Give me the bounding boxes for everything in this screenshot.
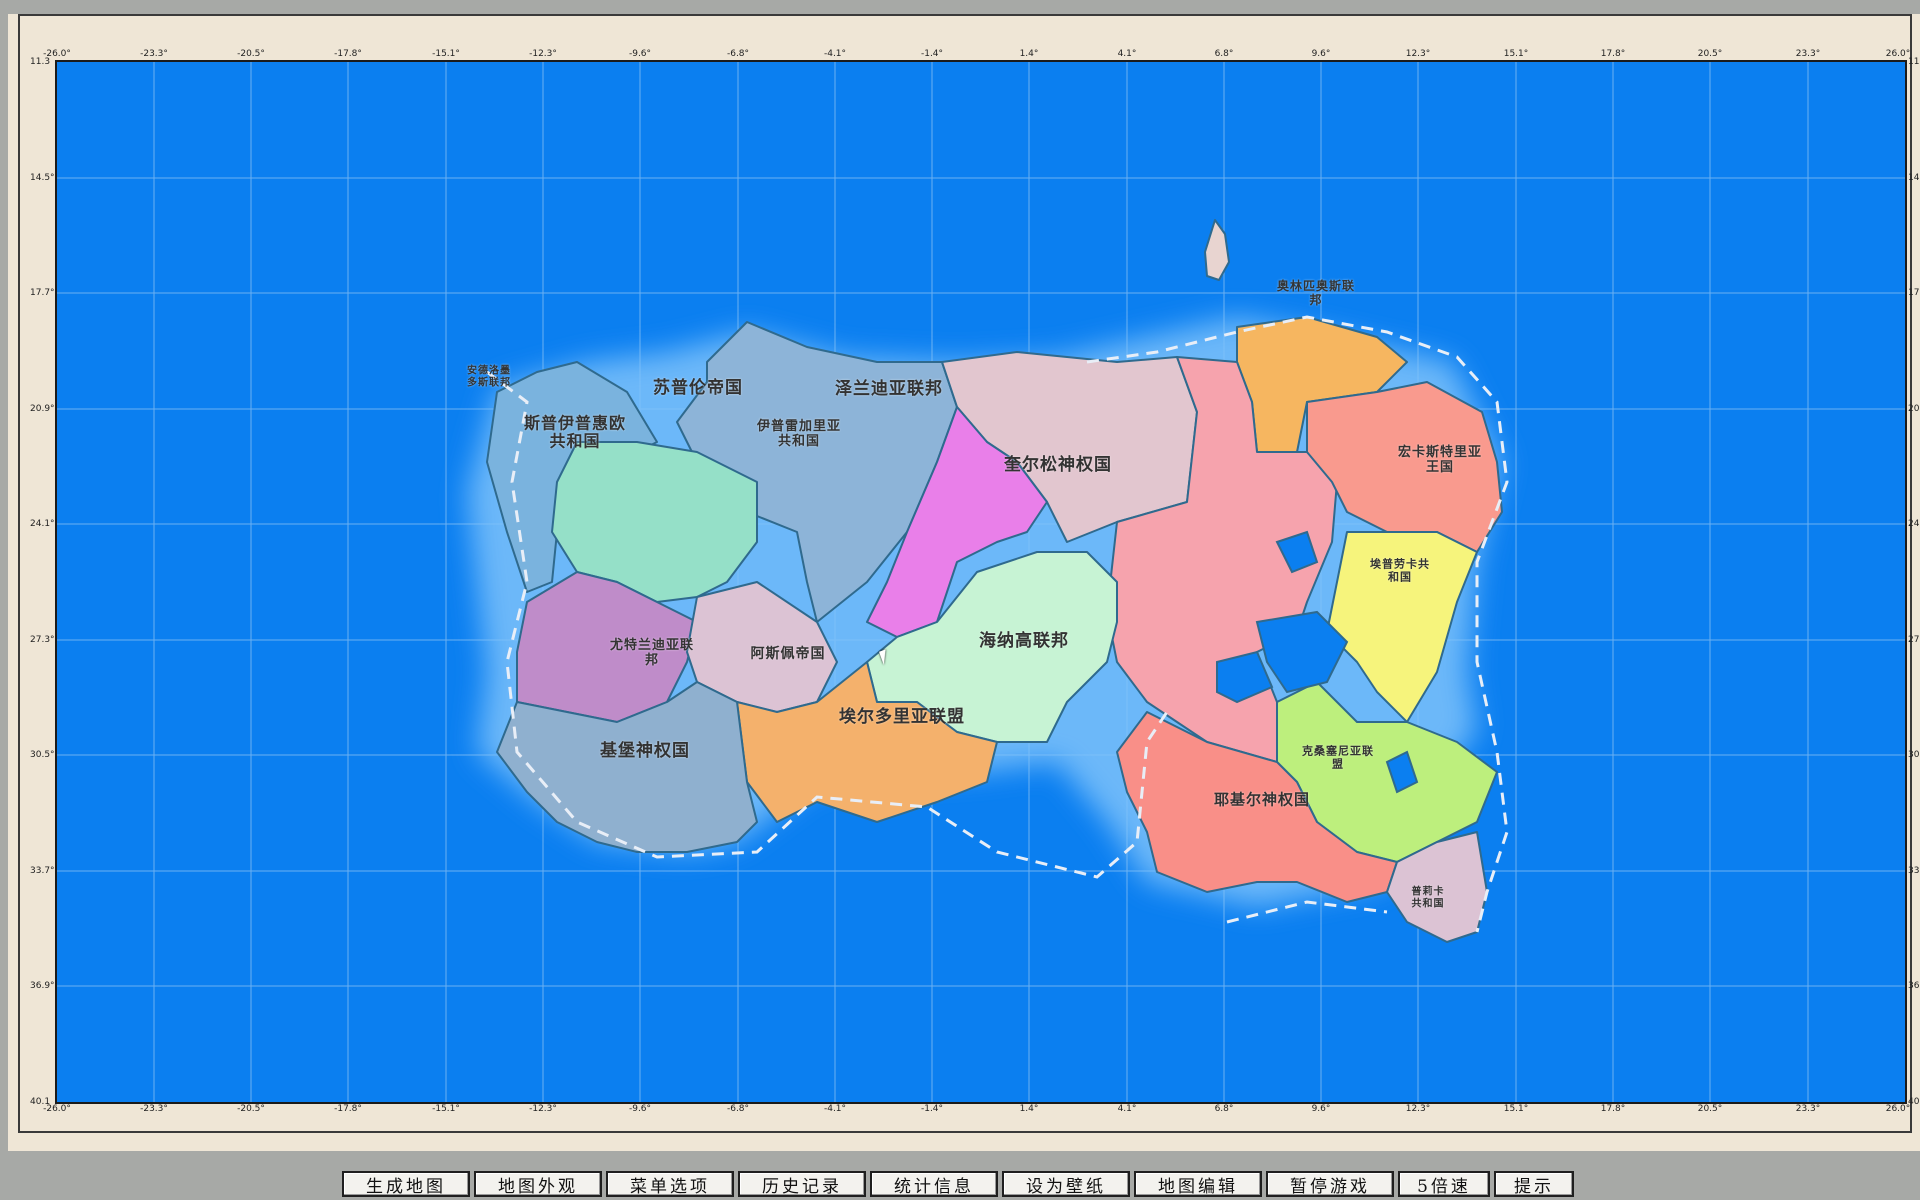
lon-label-top: 1.4° (1019, 49, 1039, 59)
lon-label-top: -12.3° (529, 49, 557, 59)
statistics-button[interactable]: 统计信息 (870, 1171, 998, 1197)
set-wallpaper-button[interactable]: 设为壁纸 (1002, 1171, 1130, 1197)
lon-label-bottom: 15.1° (1503, 1104, 1529, 1114)
lon-label-top: 23.3° (1795, 49, 1821, 59)
country-label-hainagao: 海纳高联邦 (979, 631, 1069, 652)
pause-game-button[interactable]: 暂停游戏 (1266, 1171, 1394, 1197)
lat-label-left: 36.9° (30, 981, 55, 991)
country-label-hongkastria: 宏卡斯特里亚 王国 (1397, 445, 1483, 475)
country-label-utlandia: 尤特兰迪亚联 邦 (609, 638, 695, 668)
lat-label-right: 27. (1908, 635, 1920, 645)
lon-label-top: -1.4° (920, 49, 944, 59)
country-label-aipulauka: 埃普劳卡共 和国 (1370, 557, 1430, 583)
lon-label-bottom: -15.1° (432, 1104, 460, 1114)
country-label-zelandia: 泽兰迪亚联邦 (835, 379, 943, 400)
lon-label-bottom: 26.0° (1885, 1104, 1911, 1114)
country-label-olympios: 奥林匹奥斯联 邦 (1276, 279, 1356, 307)
map-edit-button[interactable]: 地图编辑 (1134, 1171, 1262, 1197)
lat-label-right: 11. (1908, 57, 1920, 67)
world-map[interactable]: 苏普伦帝国 泽兰迪亚联邦 奥林匹奥斯联 邦 安德洛墨 多斯联邦 斯普伊普惠欧 共… (55, 60, 1907, 1104)
lat-label-left: 24.1° (30, 519, 55, 529)
lon-label-bottom: 20.5° (1697, 1104, 1723, 1114)
lon-label-top: -9.6° (628, 49, 652, 59)
lat-label-left: 14.5° (30, 173, 55, 183)
map-appearance-button[interactable]: 地图外观 (474, 1171, 602, 1197)
lat-label-left: 11.3 (30, 57, 51, 67)
lat-label-right: 24. (1908, 519, 1920, 529)
lat-label-right: 14. (1908, 173, 1920, 183)
bottom-toolbar: 生成地图 地图外观 菜单选项 历史记录 统计信息 设为壁纸 地图编辑 暂停游戏 … (342, 1171, 1574, 1197)
hint-button[interactable]: 提示 (1494, 1171, 1574, 1197)
lon-label-bottom: -20.5° (237, 1104, 265, 1114)
country-label-kesangsenia: 克桑塞尼亚联 盟 (1302, 744, 1374, 770)
lon-label-top: -17.8° (334, 49, 362, 59)
lon-label-top: 15.1° (1503, 49, 1529, 59)
country-label-jibao: 基堡神权国 (600, 741, 690, 762)
lon-label-top: 4.1° (1117, 49, 1137, 59)
lon-label-top: 6.8° (1214, 49, 1234, 59)
lon-label-top: -15.1° (432, 49, 460, 59)
lon-label-bottom: -17.8° (334, 1104, 362, 1114)
lat-label-left: 20.9° (30, 404, 55, 414)
country-label-pulika: 普莉卡 共和国 (1411, 886, 1445, 910)
country-label-ipureigaria: 伊普雷加里亚 共和国 (756, 419, 842, 449)
map-canvas[interactable] (57, 62, 1905, 1102)
history-button[interactable]: 历史记录 (738, 1171, 866, 1197)
lat-label-right: 30. (1908, 750, 1920, 760)
generate-map-button[interactable]: 生成地图 (342, 1171, 470, 1197)
lon-label-bottom: -12.3° (529, 1104, 557, 1114)
lon-label-top: -4.1° (823, 49, 847, 59)
lon-label-top: -6.8° (726, 49, 750, 59)
country-label-yejier: 耶基尔神权国 (1213, 790, 1311, 809)
lon-label-bottom: 12.3° (1405, 1104, 1431, 1114)
lat-label-left: 40.1 (30, 1097, 51, 1107)
lon-label-top: 17.8° (1600, 49, 1626, 59)
lat-label-right: 36. (1908, 981, 1920, 991)
lon-label-top: 12.3° (1405, 49, 1431, 59)
island-north[interactable] (1204, 219, 1230, 281)
lat-label-right: 17. (1908, 288, 1920, 298)
country-label-suplun: 苏普伦帝国 (653, 378, 743, 399)
country-label-spuipui: 斯普伊普惠欧 共和国 (523, 413, 627, 451)
lon-label-bottom: -9.6° (628, 1104, 652, 1114)
lon-label-top: -23.3° (140, 49, 168, 59)
speed-button[interactable]: 5倍速 (1398, 1171, 1490, 1197)
lat-label-left: 27.3° (30, 635, 55, 645)
lat-label-left: 17.7° (30, 288, 55, 298)
lon-label-bottom: 4.1° (1117, 1104, 1137, 1114)
country-label-aspei: 阿斯佩帝国 (750, 645, 826, 662)
lon-label-bottom: 1.4° (1019, 1104, 1039, 1114)
lat-label-right: 20. (1908, 404, 1920, 414)
lon-label-bottom: -1.4° (920, 1104, 944, 1114)
lon-label-top: 9.6° (1311, 49, 1331, 59)
lon-label-top: -20.5° (237, 49, 265, 59)
country-label-andromedos: 安德洛墨 多斯联邦 (467, 365, 511, 389)
lon-label-bottom: 17.8° (1600, 1104, 1626, 1114)
lon-label-top: 20.5° (1697, 49, 1723, 59)
lon-label-bottom: -23.3° (140, 1104, 168, 1114)
lon-label-top: 26.0° (1885, 49, 1911, 59)
lat-label-right: 40. (1908, 1097, 1920, 1107)
lat-label-left: 33.7° (30, 866, 55, 876)
menu-options-button[interactable]: 菜单选项 (606, 1171, 734, 1197)
lon-label-bottom: 23.3° (1795, 1104, 1821, 1114)
lat-label-left: 30.5° (30, 750, 55, 760)
lon-label-bottom: 9.6° (1311, 1104, 1331, 1114)
lat-label-right: 33. (1908, 866, 1920, 876)
country-label-aierduoria: 埃尔多里亚联盟 (839, 707, 965, 728)
lon-label-bottom: -6.8° (726, 1104, 750, 1114)
lon-label-bottom: -4.1° (823, 1104, 847, 1114)
lon-label-bottom: 6.8° (1214, 1104, 1234, 1114)
country-label-kuierson: 奎尔松神权国 (1004, 455, 1112, 476)
